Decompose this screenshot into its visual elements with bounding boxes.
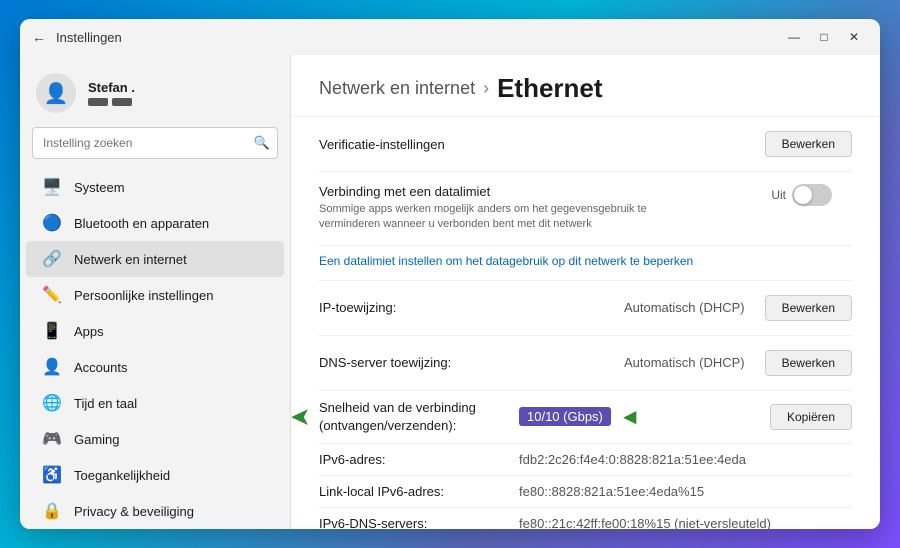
persoonlijk-icon: ✏️ bbox=[42, 285, 62, 305]
sidebar-label-tijd: Tijd en taal bbox=[74, 396, 137, 411]
ipv6dns-row: IPv6-DNS-servers: fe80::21c:42ff:fe00:18… bbox=[319, 508, 852, 529]
privacy-icon: 🔒 bbox=[42, 501, 62, 521]
breadcrumb: Netwerk en internet › Ethernet bbox=[319, 73, 852, 104]
user-info: Stefan . bbox=[88, 80, 135, 106]
page-header: Netwerk en internet › Ethernet bbox=[291, 55, 880, 117]
gaming-icon: 🎮 bbox=[42, 429, 62, 449]
toggle-thumb bbox=[794, 186, 812, 204]
sidebar-label-bluetooth: Bluetooth en apparaten bbox=[74, 216, 209, 231]
main-content: 👤 Stefan . 🔍 🖥️ Systeem 🔵 bbox=[20, 55, 880, 529]
link-local-value: fe80::8828:821a:51ee:4eda%15 bbox=[519, 484, 852, 499]
sidebar-label-accounts: Accounts bbox=[74, 360, 127, 375]
search-input[interactable] bbox=[32, 127, 278, 159]
speed-highlight: 10/10 (Gbps) bbox=[519, 407, 611, 426]
left-arrow-icon: ➤ bbox=[291, 404, 309, 430]
ipv6-label: IPv6-adres: bbox=[319, 452, 519, 467]
sidebar-item-bluetooth[interactable]: 🔵 Bluetooth en apparaten bbox=[26, 205, 284, 241]
sidebar-label-toegankelijkheid: Toegankelijkheid bbox=[74, 468, 170, 483]
verification-row: Verificatie-instellingen Bewerken bbox=[319, 117, 852, 172]
datalimiet-desc: Sommige apps werken mogelijk anders om h… bbox=[319, 202, 699, 233]
left-arrow-annotation: ➤ bbox=[291, 404, 309, 430]
content-area: Verificatie-instellingen Bewerken Verbin… bbox=[291, 117, 880, 529]
dns-toewijzing-label: DNS-server toewijzing: bbox=[319, 355, 624, 370]
close-button[interactable]: ✕ bbox=[840, 23, 868, 51]
sidebar-item-accounts[interactable]: 👤 Accounts bbox=[26, 349, 284, 385]
user-status bbox=[88, 98, 135, 106]
verification-edit-button[interactable]: Bewerken bbox=[765, 131, 852, 157]
search-box: 🔍 bbox=[32, 127, 278, 159]
ipv6dns-label: IPv6-DNS-servers: bbox=[319, 516, 519, 529]
avatar-icon: 👤 bbox=[44, 81, 69, 106]
sidebar-item-netwerk[interactable]: 🔗 Netwerk en internet bbox=[26, 241, 284, 277]
minimize-button[interactable]: — bbox=[780, 23, 808, 51]
datalimiet-toggle[interactable]: Uit bbox=[771, 184, 832, 206]
maximize-button[interactable]: □ bbox=[810, 23, 838, 51]
sidebar-item-gaming[interactable]: 🎮 Gaming bbox=[26, 421, 284, 457]
sidebar-item-tijd[interactable]: 🌐 Tijd en taal bbox=[26, 385, 284, 421]
speed-value: 10/10 (Gbps) ◄ bbox=[519, 404, 754, 430]
link-local-row: Link-local IPv6-adres: fe80::8828:821a:5… bbox=[319, 476, 852, 508]
dns-toewijzing-value: Automatisch (DHCP) bbox=[624, 355, 745, 370]
sidebar: 👤 Stefan . 🔍 🖥️ Systeem 🔵 bbox=[20, 55, 290, 529]
datalimiet-label-area: Verbinding met een datalimiet Sommige ap… bbox=[319, 184, 771, 233]
search-icon: 🔍 bbox=[254, 135, 270, 151]
verification-label: Verificatie-instellingen bbox=[319, 137, 765, 152]
sidebar-label-persoonlijk: Persoonlijke instellingen bbox=[74, 288, 213, 303]
ip-toewijzing-row: IP-toewijzing: Automatisch (DHCP) Bewerk… bbox=[319, 281, 852, 336]
sidebar-item-apps[interactable]: 📱 Apps bbox=[26, 313, 284, 349]
sidebar-label-apps: Apps bbox=[74, 324, 104, 339]
sidebar-item-privacy[interactable]: 🔒 Privacy & beveiliging bbox=[26, 493, 284, 529]
sidebar-label-netwerk: Netwerk en internet bbox=[74, 252, 187, 267]
ipv6-row: IPv6-adres: fdb2:2c26:f4e4:0:8828:821a:5… bbox=[319, 444, 852, 476]
datalimiet-link[interactable]: Een datalimiet instellen om het datagebr… bbox=[319, 254, 693, 268]
ip-toewijzing-value: Automatisch (DHCP) bbox=[624, 300, 745, 315]
sidebar-label-gaming: Gaming bbox=[74, 432, 120, 447]
datalimiet-toggle-label: Uit bbox=[771, 188, 786, 202]
tijd-icon: 🌐 bbox=[42, 393, 62, 413]
dns-toewijzing-row: DNS-server toewijzing: Automatisch (DHCP… bbox=[319, 336, 852, 391]
accounts-icon: 👤 bbox=[42, 357, 62, 377]
sidebar-item-toegankelijkheid[interactable]: ♿ Toegankelijkheid bbox=[26, 457, 284, 493]
sidebar-label-systeem: Systeem bbox=[74, 180, 125, 195]
title-bar: ← Instellingen — □ ✕ bbox=[20, 19, 880, 55]
speed-label: Snelheid van de verbinding (ontvangen/ve… bbox=[319, 399, 519, 435]
settings-window: ← Instellingen — □ ✕ 👤 Stefan . bbox=[20, 19, 880, 529]
user-section: 👤 Stefan . bbox=[20, 63, 290, 127]
bluetooth-icon: 🔵 bbox=[42, 213, 62, 233]
sidebar-label-privacy: Privacy & beveiliging bbox=[74, 504, 194, 519]
main-panel: Netwerk en internet › Ethernet Verificat… bbox=[290, 55, 880, 529]
ipv6dns-value: fe80::21c:42ff:fe00:18%15 (niet-versleut… bbox=[519, 516, 852, 529]
breadcrumb-current: Ethernet bbox=[497, 73, 602, 104]
breadcrumb-parent: Netwerk en internet bbox=[319, 78, 475, 99]
link-local-label: Link-local IPv6-adres: bbox=[319, 484, 519, 499]
title-bar-label: Instellingen bbox=[56, 30, 780, 45]
toggle-track[interactable] bbox=[792, 184, 832, 206]
speed-row: ➤ Snelheid van de verbinding (ontvangen/… bbox=[319, 391, 852, 444]
dns-toewijzing-edit-button[interactable]: Bewerken bbox=[765, 350, 852, 376]
ipv6-value: fdb2:2c26:f4e4:0:8828:821a:51ee:4eda bbox=[519, 452, 852, 467]
ip-toewijzing-label: IP-toewijzing: bbox=[319, 300, 624, 315]
toegankelijkheid-icon: ♿ bbox=[42, 465, 62, 485]
systeem-icon: 🖥️ bbox=[42, 177, 62, 197]
datalimiet-link-row: Een datalimiet instellen om het datagebr… bbox=[319, 246, 852, 281]
apps-icon: 📱 bbox=[42, 321, 62, 341]
breadcrumb-separator: › bbox=[483, 78, 489, 99]
datalimiet-label: Verbinding met een datalimiet bbox=[319, 184, 771, 199]
avatar: 👤 bbox=[36, 73, 76, 113]
back-button[interactable]: ← bbox=[32, 29, 46, 45]
ip-toewijzing-edit-button[interactable]: Bewerken bbox=[765, 295, 852, 321]
status-block-1 bbox=[88, 98, 108, 106]
sidebar-item-systeem[interactable]: 🖥️ Systeem bbox=[26, 169, 284, 205]
right-arrow-icon: ◄ bbox=[619, 404, 641, 430]
window-controls: — □ ✕ bbox=[780, 23, 868, 51]
status-block-2 bbox=[112, 98, 132, 106]
speed-copy-button[interactable]: Kopiëren bbox=[770, 404, 852, 430]
netwerk-icon: 🔗 bbox=[42, 249, 62, 269]
datalimiet-row: Verbinding met een datalimiet Sommige ap… bbox=[319, 172, 852, 246]
user-name: Stefan . bbox=[88, 80, 135, 95]
sidebar-item-persoonlijk[interactable]: ✏️ Persoonlijke instellingen bbox=[26, 277, 284, 313]
